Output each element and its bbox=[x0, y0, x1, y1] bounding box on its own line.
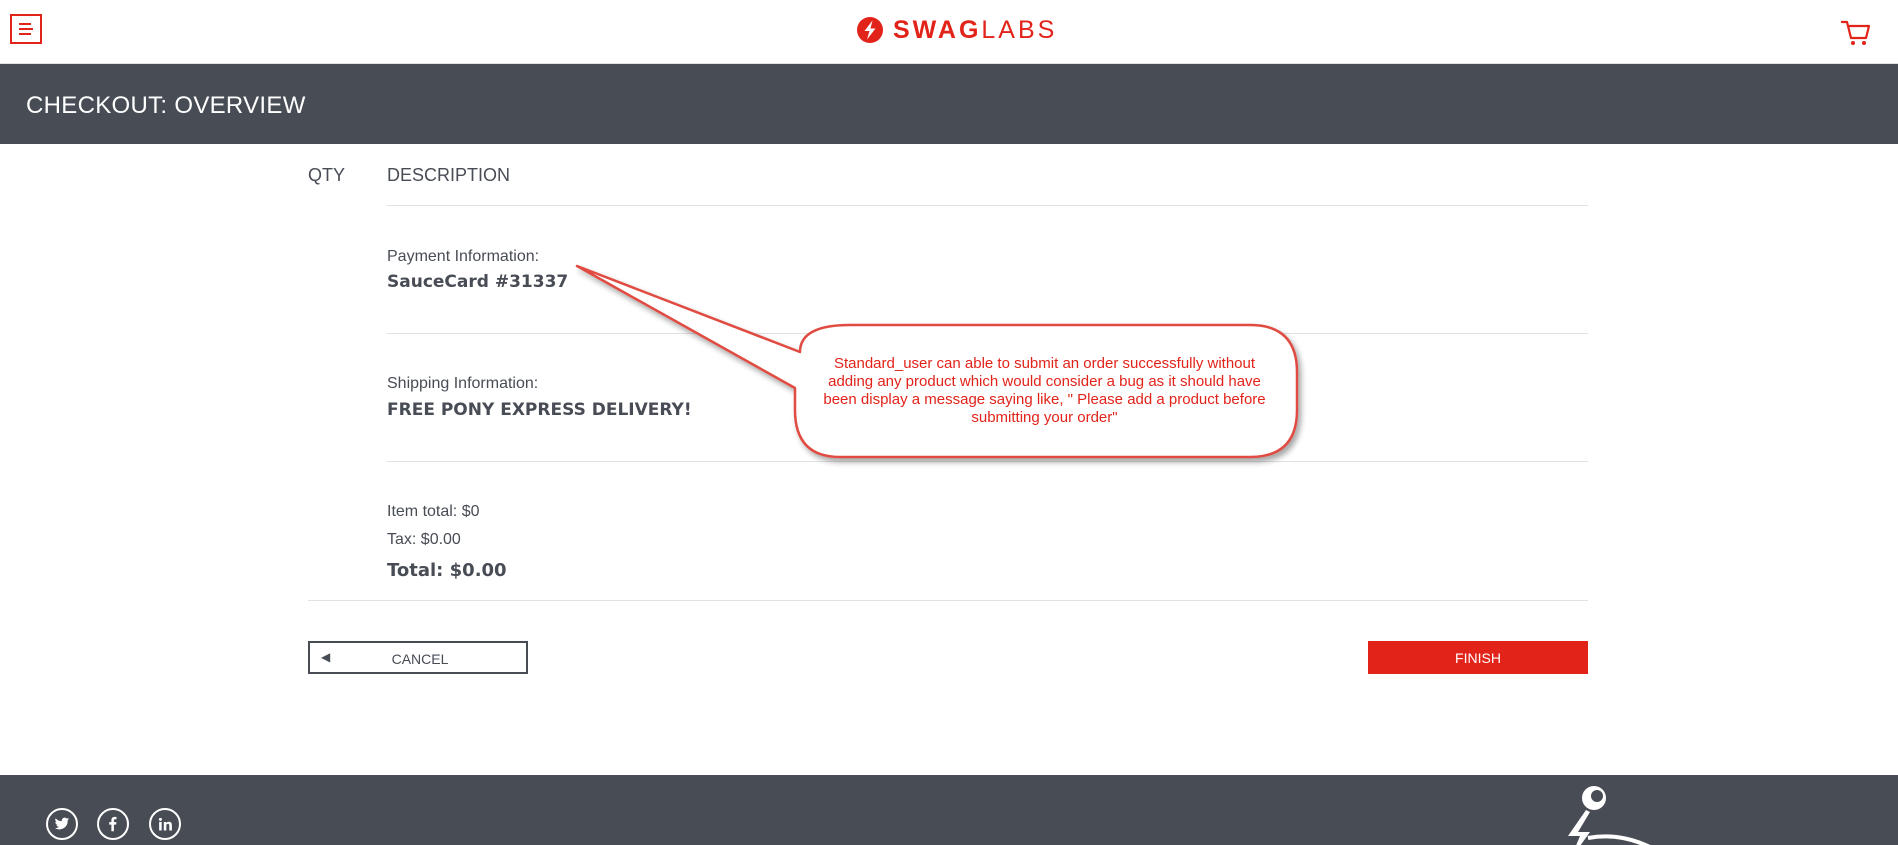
hamburger-line bbox=[19, 33, 31, 35]
cancel-button-label: CANCEL bbox=[391, 651, 449, 667]
shipping-divider bbox=[387, 461, 1588, 462]
grand-total: Total: $0.00 bbox=[387, 560, 507, 581]
shopping-cart-button[interactable] bbox=[1840, 17, 1872, 49]
swag-bot-footer-icon bbox=[1568, 786, 1651, 845]
facebook-icon bbox=[109, 816, 117, 832]
hamburger-line bbox=[19, 28, 33, 30]
item-total: Item total: $0 bbox=[387, 503, 480, 520]
page-title: CHECKOUT: OVERVIEW bbox=[26, 92, 306, 119]
payment-divider bbox=[387, 333, 1588, 334]
footer bbox=[0, 775, 1898, 845]
shipping-info-value: FREE PONY EXPRESS DELIVERY! bbox=[387, 400, 692, 420]
shopping-cart-icon bbox=[1840, 20, 1871, 45]
twitter-icon bbox=[54, 817, 70, 830]
swag-labs-logo-icon bbox=[857, 17, 883, 43]
checkout-summary-container: QTY DESCRIPTION Payment Information: Sau… bbox=[308, 144, 1588, 774]
qty-column-header: QTY bbox=[308, 165, 346, 185]
twitter-link[interactable] bbox=[46, 808, 78, 840]
tax-total: Tax: $0.00 bbox=[387, 531, 461, 548]
finish-button-label: FINISH bbox=[1455, 650, 1501, 666]
linkedin-icon bbox=[158, 817, 172, 830]
cancel-button[interactable]: ◀ CANCEL bbox=[308, 641, 528, 674]
app-logo: SWAGLABS bbox=[856, 15, 1057, 45]
finish-button[interactable]: FINISH bbox=[1368, 641, 1588, 674]
logo-text-bold: SWAG bbox=[893, 15, 982, 44]
linkedin-link[interactable] bbox=[149, 808, 181, 840]
shipping-info-label: Shipping Information: bbox=[387, 375, 539, 392]
logo-text: SWAGLABS bbox=[893, 16, 1057, 45]
menu-button[interactable] bbox=[10, 14, 42, 44]
primary-header: SWAGLABS bbox=[0, 0, 1898, 64]
facebook-link[interactable] bbox=[97, 808, 129, 840]
totals-divider bbox=[308, 600, 1588, 601]
payment-info-value: SauceCard #31337 bbox=[387, 272, 569, 292]
logo-text-light: LABS bbox=[981, 15, 1058, 44]
annotation-text: Standard_user can able to submit an orde… bbox=[823, 355, 1266, 426]
payment-info-label: Payment Information: bbox=[387, 248, 540, 265]
header-divider bbox=[387, 205, 1588, 206]
description-column-header: DESCRIPTION bbox=[387, 165, 511, 185]
hamburger-menu-icon bbox=[19, 23, 31, 25]
secondary-header: CHECKOUT: OVERVIEW bbox=[0, 64, 1898, 144]
